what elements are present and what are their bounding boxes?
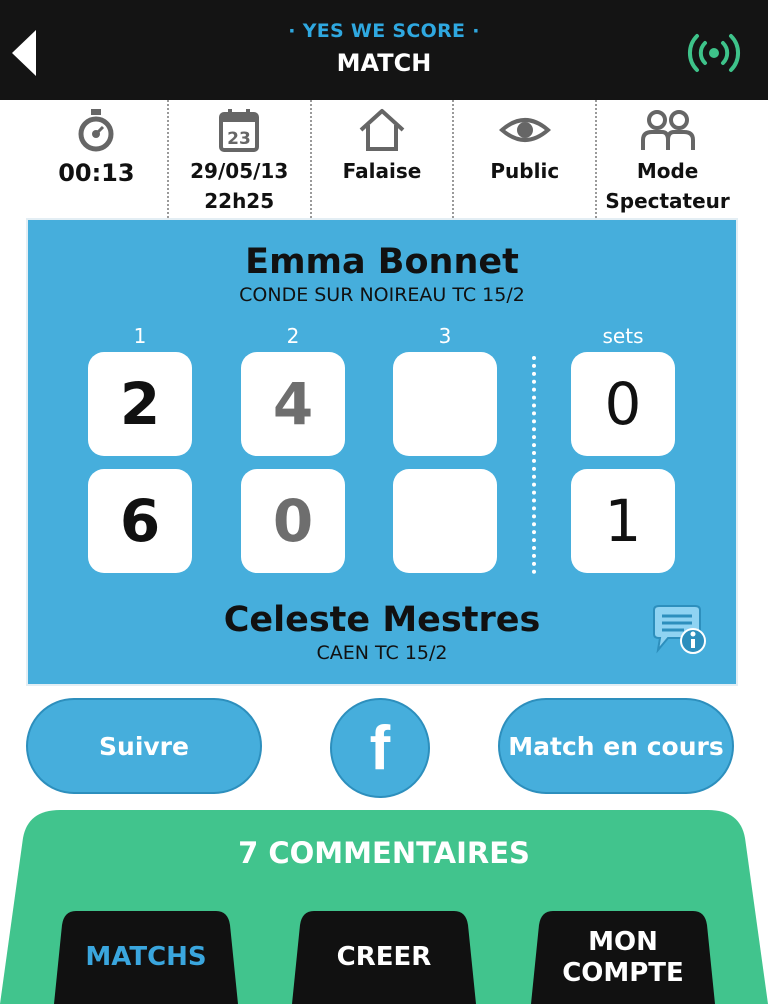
tab-creer[interactable]: CREER	[292, 911, 476, 1004]
app-brand: · YES WE SCORE ·	[288, 20, 480, 42]
mode-cell: Mode Spectateur	[597, 100, 738, 218]
p2-set3-score[interactable]	[393, 469, 497, 573]
calendar-icon: 23	[219, 109, 260, 152]
info-bubble-icon[interactable]	[650, 604, 706, 656]
date-cell: 23 29/05/13 22h25	[169, 100, 312, 218]
stopwatch-icon	[78, 109, 114, 152]
current-match-button[interactable]: Match en cours	[498, 698, 734, 794]
match-date: 29/05/13	[190, 159, 289, 183]
timer-cell: 00:13	[26, 100, 169, 218]
p1-sets-won[interactable]: 0	[571, 352, 675, 456]
page-title: MATCH	[336, 49, 432, 77]
facebook-button[interactable]: f	[330, 698, 430, 798]
header-bar: · YES WE SCORE · MATCH	[0, 0, 768, 100]
spectators-icon	[640, 110, 695, 150]
player1-club: CONDE SUR NOIREAU TC 15/2	[239, 284, 525, 306]
visibility-cell: Public	[454, 100, 598, 218]
eye-icon	[498, 118, 551, 142]
p2-set1-score[interactable]: 6	[88, 469, 192, 573]
set3-label: 3	[438, 324, 452, 348]
mode-line1: Mode	[636, 159, 699, 183]
player1-name: Emma Bonnet	[245, 242, 519, 282]
p1-set2-score[interactable]: 4	[241, 352, 345, 456]
location-label: Falaise	[342, 159, 422, 183]
sets-label: sets	[602, 324, 644, 348]
match-info-row: 00:13 23 29/05/13 22h25 Falaise Public M…	[26, 100, 738, 218]
p2-sets-won[interactable]: 1	[571, 469, 675, 573]
comments-count-button[interactable]: 7 COMMENTAIRES	[0, 836, 768, 870]
home-icon	[359, 109, 405, 151]
match-time: 22h25	[204, 189, 275, 213]
location-cell: Falaise	[312, 100, 455, 218]
mode-line2: Spectateur	[605, 189, 730, 213]
visibility-label: Public	[490, 159, 560, 183]
live-signal-icon[interactable]	[684, 28, 744, 78]
timer-value: 00:13	[58, 159, 135, 187]
player2-name: Celeste Mestres	[223, 600, 541, 640]
p1-set1-score[interactable]: 2	[88, 352, 192, 456]
set2-label: 2	[286, 324, 300, 348]
tab-matchs[interactable]: MATCHS	[54, 911, 238, 1004]
sets-divider	[532, 356, 536, 574]
tab-mon-compte-line2: COMPTE	[562, 957, 684, 988]
p1-set3-score[interactable]	[393, 352, 497, 456]
calendar-day: 23	[227, 129, 251, 149]
score-panel: Emma Bonnet CONDE SUR NOIREAU TC 15/2 1 …	[26, 218, 738, 686]
tab-mon-compte-line1: MON	[588, 926, 658, 957]
tab-mon-compte[interactable]: MON COMPTE	[531, 911, 715, 1004]
set1-label: 1	[133, 324, 147, 348]
player2-club: CAEN TC 15/2	[316, 642, 448, 664]
follow-button[interactable]: Suivre	[26, 698, 262, 794]
p2-set2-score[interactable]: 0	[241, 469, 345, 573]
facebook-icon: f	[369, 713, 391, 783]
